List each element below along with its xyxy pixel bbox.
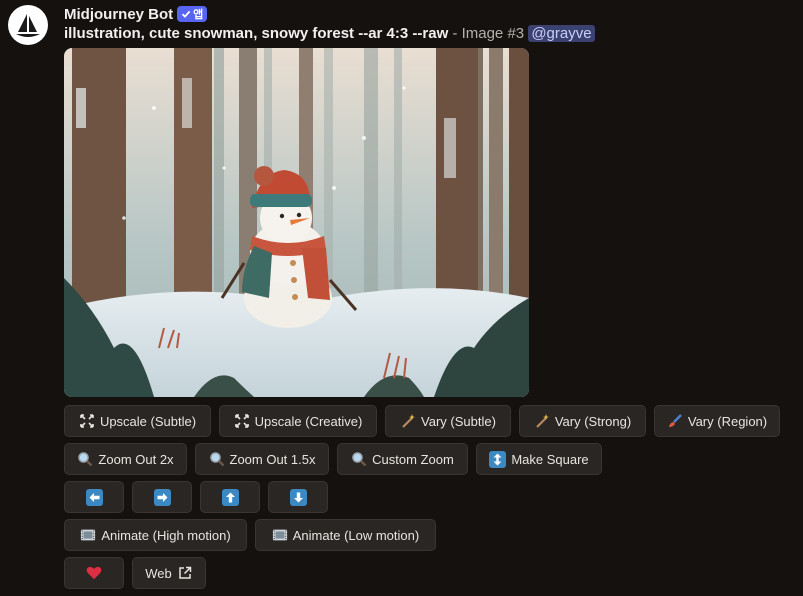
- magnifier-icon: [351, 451, 367, 467]
- film-icon: [272, 527, 288, 543]
- checkmark-icon: [182, 10, 191, 18]
- heart-icon: [86, 565, 102, 581]
- up-down-arrow-icon: [489, 450, 507, 468]
- magnifier-icon: [77, 451, 93, 467]
- animate-low-motion-label: Animate (Low motion): [292, 527, 420, 543]
- message-header: Midjourney Bot 앱: [64, 4, 208, 24]
- magic-wand-icon: [400, 413, 416, 429]
- web-link-label: Web: [145, 565, 172, 581]
- pan-left-button[interactable]: [64, 481, 124, 513]
- upscale-creative-button[interactable]: Upscale (Creative): [219, 405, 377, 437]
- arrow-right-icon: [153, 488, 171, 506]
- pan-up-button[interactable]: [200, 481, 260, 513]
- vary-region-label: Vary (Region): [687, 413, 768, 429]
- vary-region-button[interactable]: Vary (Region): [654, 405, 780, 437]
- zoom-out-1-5x-label: Zoom Out 1.5x: [229, 451, 316, 467]
- make-square-button[interactable]: Make Square: [476, 443, 602, 475]
- prompt-line: illustration, cute snowman, snowy forest…: [64, 25, 595, 42]
- vary-subtle-button[interactable]: Vary (Subtle): [385, 405, 511, 437]
- author-name[interactable]: Midjourney Bot: [64, 6, 173, 23]
- generated-image[interactable]: [64, 48, 529, 397]
- zoom-out-1-5x-button[interactable]: Zoom Out 1.5x: [195, 443, 329, 475]
- web-link-button[interactable]: Web: [132, 557, 206, 589]
- pan-right-button[interactable]: [132, 481, 192, 513]
- custom-zoom-button[interactable]: Custom Zoom: [337, 443, 468, 475]
- vary-subtle-label: Vary (Subtle): [421, 413, 496, 429]
- upscale-icon: [79, 413, 95, 429]
- magic-wand-icon: [534, 413, 550, 429]
- user-mention[interactable]: @grayve: [528, 25, 595, 42]
- avatar[interactable]: [8, 5, 48, 45]
- zoom-out-2x-button[interactable]: Zoom Out 2x: [64, 443, 187, 475]
- animate-high-motion-button[interactable]: Animate (High motion): [64, 519, 247, 551]
- vary-strong-label: Vary (Strong): [554, 413, 632, 429]
- animate-low-motion-button[interactable]: Animate (Low motion): [255, 519, 436, 551]
- pan-down-button[interactable]: [268, 481, 328, 513]
- arrow-down-icon: [289, 488, 307, 506]
- upscale-subtle-button[interactable]: Upscale (Subtle): [64, 405, 211, 437]
- sailboat-logo-icon: [16, 14, 40, 37]
- favorite-button[interactable]: [64, 557, 124, 589]
- snowman-illustration: [64, 48, 529, 397]
- arrow-left-icon: [85, 488, 103, 506]
- upscale-subtle-label: Upscale (Subtle): [99, 413, 197, 429]
- film-icon: [80, 527, 96, 543]
- upscale-creative-label: Upscale (Creative): [254, 413, 363, 429]
- zoom-out-2x-label: Zoom Out 2x: [98, 451, 174, 467]
- app-tag-label: 앱: [193, 9, 204, 21]
- prompt-text: illustration, cute snowman, snowy forest…: [64, 25, 449, 42]
- make-square-label: Make Square: [511, 451, 589, 467]
- magnifier-icon: [209, 451, 225, 467]
- animate-high-motion-label: Animate (High motion): [101, 527, 231, 543]
- paintbrush-icon: [667, 413, 683, 429]
- vary-strong-button[interactable]: Vary (Strong): [519, 405, 646, 437]
- custom-zoom-label: Custom Zoom: [372, 451, 454, 467]
- external-link-icon: [177, 565, 193, 581]
- arrow-up-icon: [221, 488, 239, 506]
- image-suffix: - Image #3: [452, 25, 525, 42]
- upscale-icon: [234, 413, 250, 429]
- app-tag: 앱: [177, 6, 208, 22]
